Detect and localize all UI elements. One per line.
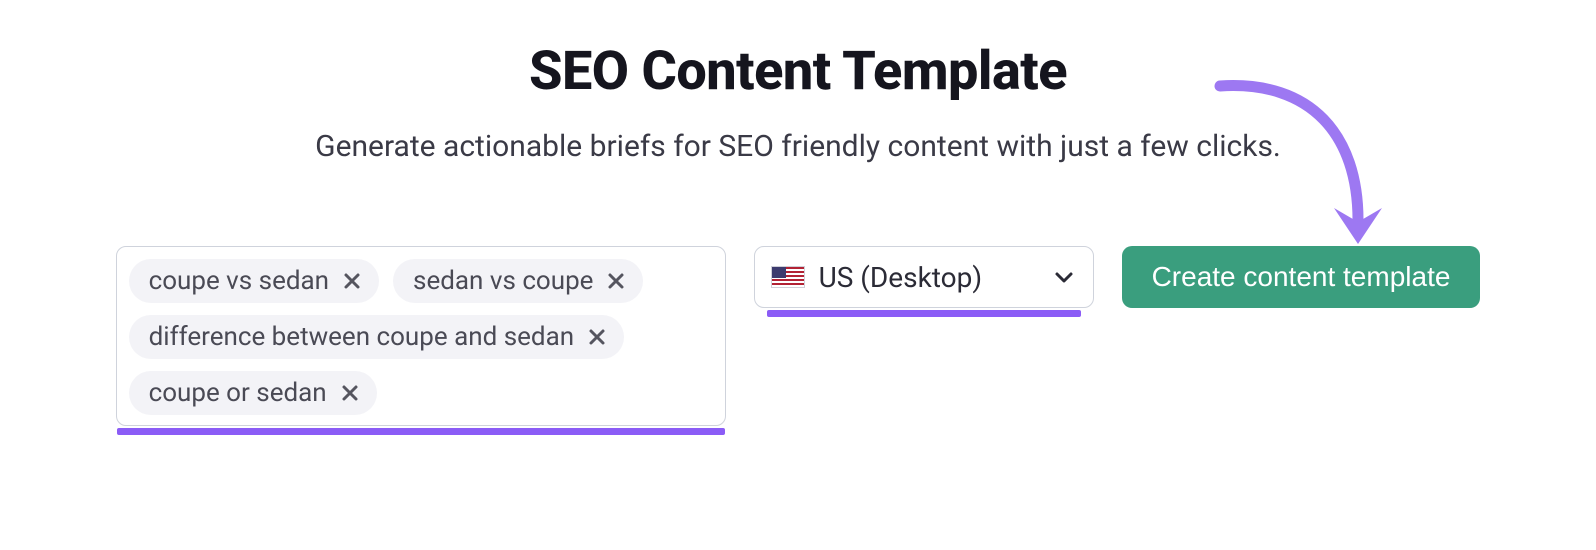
keyword-chip-label: sedan vs coupe <box>413 268 593 294</box>
keyword-chip-label: difference between coupe and sedan <box>149 324 575 350</box>
create-content-template-button[interactable]: Create content template <box>1122 246 1481 308</box>
keyword-chip: coupe vs sedan <box>129 259 379 303</box>
annotation-underline <box>117 428 725 435</box>
close-icon[interactable] <box>339 382 361 404</box>
flag-us-icon <box>771 266 805 288</box>
keyword-chip-label: coupe or sedan <box>149 380 327 406</box>
keywords-input[interactable]: coupe vs sedan sedan vs coupe difference… <box>116 246 726 426</box>
close-icon[interactable] <box>586 326 608 348</box>
form-row: coupe vs sedan sedan vs coupe difference… <box>116 246 1481 426</box>
keyword-chip-label: coupe vs sedan <box>149 268 329 294</box>
region-select-label: US (Desktop) <box>819 261 983 294</box>
close-icon[interactable] <box>341 270 363 292</box>
annotation-underline <box>767 310 1081 317</box>
page-title: SEO Content Template <box>0 40 1596 103</box>
region-select[interactable]: US (Desktop) <box>754 246 1094 308</box>
keyword-chip: sedan vs coupe <box>393 259 643 303</box>
keyword-chip: coupe or sedan <box>129 371 377 415</box>
page-subtitle: Generate actionable briefs for SEO frien… <box>0 129 1596 164</box>
chevron-down-icon <box>1053 266 1075 288</box>
keyword-chip: difference between coupe and sedan <box>129 315 625 359</box>
close-icon[interactable] <box>605 270 627 292</box>
